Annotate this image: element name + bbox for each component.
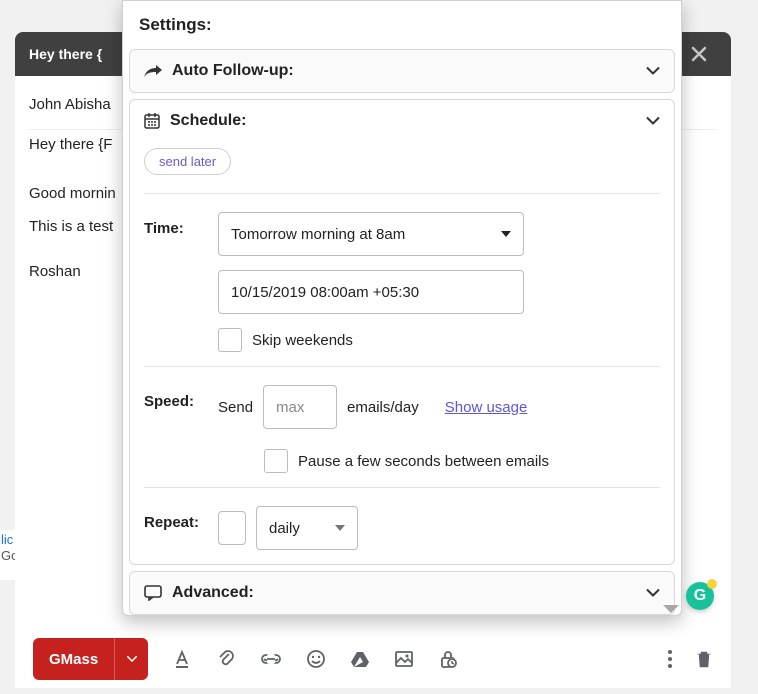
toolbar-right (667, 649, 713, 669)
compose-subject: Hey there { (29, 46, 102, 62)
attach-icon[interactable] (216, 649, 236, 669)
dropdown-triangle-icon (335, 525, 345, 531)
more-options-icon[interactable] (667, 649, 673, 669)
time-datetime-value: 10/15/2019 08:00am +05:30 (231, 284, 419, 301)
time-label: Time: (144, 212, 200, 237)
speed-row: Speed: Send max emails/day Show usage Pa… (144, 385, 660, 473)
send-later-chip[interactable]: send later (144, 148, 231, 175)
advanced-panel: Advanced: (129, 571, 675, 615)
delete-icon[interactable] (695, 649, 713, 669)
divider (144, 487, 660, 488)
grammarly-glyph: G (694, 587, 706, 605)
auto-followup-header[interactable]: Auto Follow-up: (130, 50, 674, 92)
chat-icon (144, 585, 162, 601)
schedule-body: send later Time: Tomorrow morning at 8am… (130, 142, 674, 564)
repeat-label: Repeat: (144, 506, 200, 531)
gmass-send-button[interactable]: GMass (33, 638, 148, 680)
advanced-header[interactable]: Advanced: (130, 572, 674, 614)
time-preset-value: Tomorrow morning at 8am (231, 226, 405, 243)
drive-icon[interactable] (350, 649, 370, 669)
speed-max-placeholder: max (276, 399, 304, 416)
dropdown-triangle-icon (501, 231, 511, 237)
chevron-down-icon (646, 117, 660, 126)
divider (144, 193, 660, 194)
repeat-frequency-value: daily (269, 520, 300, 537)
speed-max-input[interactable]: max (263, 385, 337, 429)
skip-weekends-label: Skip weekends (252, 332, 353, 349)
divider (144, 366, 660, 367)
time-preset-select[interactable]: Tomorrow morning at 8am (218, 212, 524, 256)
gmass-settings-popup: Settings: Auto Follow-up: Schedule: send… (122, 0, 682, 616)
auto-followup-panel: Auto Follow-up: (129, 49, 675, 93)
gmass-send-label: GMass (33, 651, 114, 668)
link-icon[interactable] (260, 649, 282, 669)
close-button[interactable] (681, 36, 717, 72)
formatting-tools (172, 649, 458, 669)
advanced-label: Advanced: (172, 584, 254, 602)
reply-arrow-icon (144, 64, 162, 78)
repeat-row: Repeat: daily (144, 506, 660, 550)
calendar-icon (144, 113, 160, 129)
schedule-header[interactable]: Schedule: (130, 100, 674, 142)
chevron-down-icon (646, 589, 660, 598)
text-format-icon[interactable] (172, 649, 192, 669)
speed-unit-label: emails/day (347, 399, 419, 416)
schedule-label: Schedule: (170, 112, 246, 130)
pause-label: Pause a few seconds between emails (298, 453, 549, 470)
schedule-panel: Schedule: send later Time: Tomorrow morn… (129, 99, 675, 565)
grammarly-icon[interactable]: G (686, 582, 714, 610)
auto-followup-label: Auto Follow-up: (172, 62, 294, 80)
compose-toolbar: GMass (15, 630, 731, 688)
speed-send-label: Send (218, 399, 253, 416)
speed-label: Speed: (144, 385, 200, 410)
chevron-down-icon (646, 67, 660, 76)
gmass-dropdown-toggle[interactable] (114, 638, 148, 680)
time-datetime-input[interactable]: 10/15/2019 08:00am +05:30 (218, 270, 524, 314)
confidential-icon[interactable] (438, 649, 458, 669)
settings-title: Settings: (123, 1, 681, 49)
skip-weekends-checkbox[interactable] (218, 328, 242, 352)
emoji-icon[interactable] (306, 649, 326, 669)
show-usage-link[interactable]: Show usage (445, 399, 528, 416)
repeat-frequency-select[interactable]: daily (256, 506, 358, 550)
pause-checkbox[interactable] (264, 449, 288, 473)
image-icon[interactable] (394, 649, 414, 669)
scroll-down-indicator[interactable] (663, 605, 679, 613)
repeat-count-input[interactable] (218, 511, 246, 545)
time-row: Time: Tomorrow morning at 8am 10/15/2019… (144, 212, 660, 352)
